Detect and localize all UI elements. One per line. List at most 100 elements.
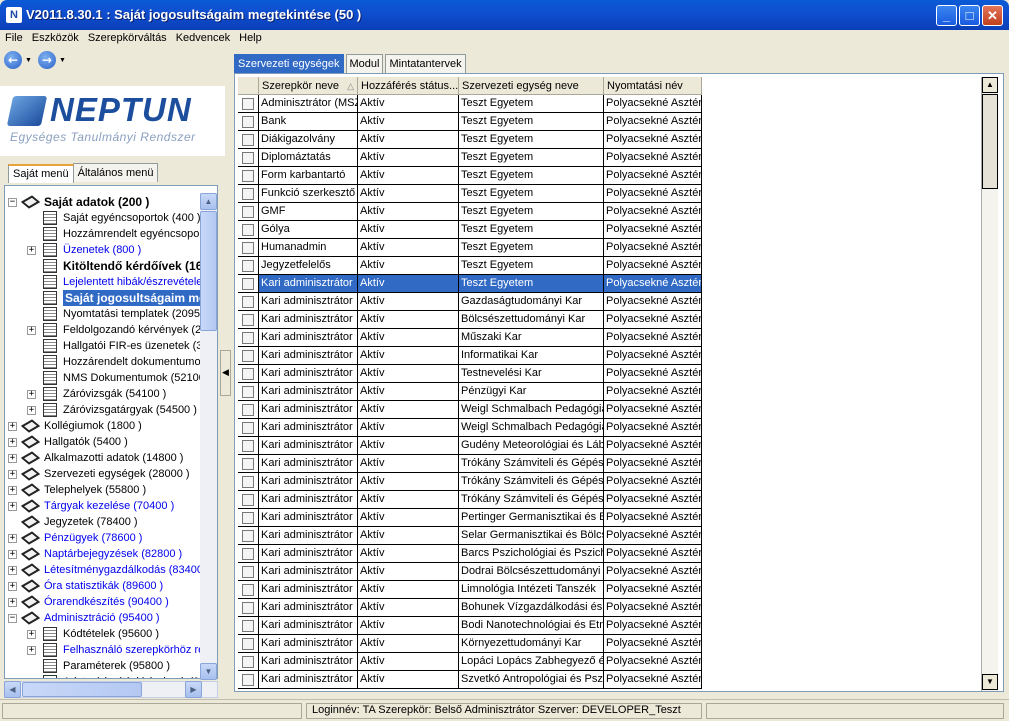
row-checkbox[interactable] xyxy=(238,527,259,545)
table-cell: Kari adminisztrátor xyxy=(259,509,358,527)
document-icon xyxy=(43,259,57,273)
expand-icon[interactable]: + xyxy=(8,582,17,591)
row-checkbox[interactable] xyxy=(238,419,259,437)
row-checkbox[interactable] xyxy=(238,239,259,257)
grid-column-header[interactable]: Hozzáférés státus... xyxy=(358,77,459,95)
row-checkbox[interactable] xyxy=(238,491,259,509)
expand-icon[interactable]: + xyxy=(27,406,36,415)
row-checkbox[interactable] xyxy=(238,383,259,401)
back-arrow-icon[interactable]: ← xyxy=(4,51,22,69)
row-checkbox[interactable] xyxy=(238,275,259,293)
table-cell: Informatikai Kar xyxy=(459,347,604,365)
tab-mintatantervek[interactable]: Mintatantervek xyxy=(385,54,466,73)
title-bar[interactable]: N V2011.8.30.1 : Saját jogosultságaim me… xyxy=(0,0,1009,30)
menu-szerepkorvaltas[interactable]: Szerepkörváltás xyxy=(83,30,171,44)
row-checkbox[interactable] xyxy=(238,545,259,563)
scroll-thumb[interactable] xyxy=(982,94,998,189)
expand-icon[interactable]: + xyxy=(8,502,17,511)
row-checkbox[interactable] xyxy=(238,473,259,491)
expand-icon[interactable]: + xyxy=(27,630,36,639)
grid-column-header[interactable]: Szervezeti egység neve xyxy=(459,77,604,95)
row-checkbox[interactable] xyxy=(238,257,259,275)
row-checkbox[interactable] xyxy=(238,563,259,581)
row-checkbox[interactable] xyxy=(238,617,259,635)
table-cell: Polyacsekné Asztéria xyxy=(604,401,702,419)
row-checkbox[interactable] xyxy=(238,365,259,383)
expand-icon[interactable]: + xyxy=(8,454,17,463)
collapse-icon[interactable]: − xyxy=(8,614,17,623)
scroll-down-icon[interactable]: ▼ xyxy=(200,663,217,680)
row-checkbox[interactable] xyxy=(238,455,259,473)
scroll-left-icon[interactable]: ◀ xyxy=(4,681,21,698)
scroll-down-icon[interactable]: ▼ xyxy=(982,674,998,690)
row-checkbox[interactable] xyxy=(238,635,259,653)
grid-column-header[interactable]: Nyomtatási név xyxy=(604,77,702,95)
expand-icon[interactable]: + xyxy=(8,534,17,543)
row-checkbox[interactable] xyxy=(238,167,259,185)
row-checkbox[interactable] xyxy=(238,95,259,113)
tab-sajat-menu[interactable]: Saját menü xyxy=(8,164,74,183)
grid-vertical-scrollbar[interactable]: ▲ ▼ xyxy=(981,77,998,691)
maximize-button[interactable]: □ xyxy=(959,5,980,26)
row-checkbox[interactable] xyxy=(238,509,259,527)
scroll-thumb[interactable] xyxy=(22,682,142,697)
expand-icon[interactable]: + xyxy=(8,438,17,447)
row-checkbox[interactable] xyxy=(238,293,259,311)
row-checkbox[interactable] xyxy=(238,185,259,203)
row-checkbox[interactable] xyxy=(238,113,259,131)
expand-icon[interactable]: + xyxy=(8,566,17,575)
row-checkbox[interactable] xyxy=(238,221,259,239)
tab-szervezeti-egysegek[interactable]: Szervezeti egységek xyxy=(234,54,344,73)
expand-icon[interactable]: + xyxy=(8,470,17,479)
row-checkbox[interactable] xyxy=(238,671,259,689)
folder-diamond-icon xyxy=(20,467,41,481)
row-checkbox[interactable] xyxy=(238,347,259,365)
expand-icon[interactable]: + xyxy=(8,486,17,495)
row-checkbox[interactable] xyxy=(238,329,259,347)
row-checkbox[interactable] xyxy=(238,131,259,149)
menu-eszkozok[interactable]: Eszközök xyxy=(27,30,83,44)
menu-help[interactable]: Help xyxy=(234,30,266,44)
row-checkbox[interactable] xyxy=(238,401,259,419)
menu-file[interactable]: File xyxy=(0,30,27,44)
row-checkbox[interactable] xyxy=(238,437,259,455)
tab-altalanos-menu[interactable]: Általános menü xyxy=(72,163,159,182)
close-button[interactable]: ✕ xyxy=(982,5,1003,26)
forward-arrow-icon[interactable]: → xyxy=(37,51,56,69)
row-checkbox[interactable] xyxy=(238,599,259,617)
tree-vertical-scrollbar[interactable]: ▲ ▼ xyxy=(200,193,217,680)
row-checkbox[interactable] xyxy=(238,653,259,671)
row-checkbox[interactable] xyxy=(238,149,259,167)
scroll-right-icon[interactable]: ▶ xyxy=(185,681,202,698)
expand-icon[interactable]: + xyxy=(8,422,17,431)
scroll-up-icon[interactable]: ▲ xyxy=(200,193,217,210)
tab-modul[interactable]: Modul xyxy=(345,54,384,73)
table-cell: Bodi Nanotechnológiai és Etn xyxy=(459,617,604,635)
expand-icon[interactable]: + xyxy=(8,598,17,607)
expand-icon[interactable]: + xyxy=(27,326,36,335)
row-checkbox[interactable] xyxy=(238,311,259,329)
collapse-icon[interactable]: − xyxy=(8,198,17,207)
scroll-up-icon[interactable]: ▲ xyxy=(982,77,998,93)
grid-header-checkbox[interactable] xyxy=(238,77,259,95)
row-checkbox[interactable] xyxy=(238,581,259,599)
expand-icon[interactable]: + xyxy=(8,550,17,559)
grid-column-header[interactable]: Szerepkör neve △ xyxy=(259,77,358,95)
expand-icon[interactable]: + xyxy=(27,390,36,399)
expand-icon[interactable]: + xyxy=(27,246,36,255)
expand-icon[interactable]: + xyxy=(27,646,36,655)
panel-splitter[interactable]: ◀ xyxy=(220,350,231,396)
minimize-button[interactable]: _ xyxy=(936,5,957,26)
status-cell xyxy=(2,703,302,719)
table-cell: Teszt Egyetem xyxy=(459,149,604,167)
tree-item-label: Órarendkészítés (90400 ) xyxy=(44,596,169,608)
back-dropdown-icon[interactable]: ▼ xyxy=(25,57,32,64)
collapse-left-icon[interactable]: ◀ xyxy=(222,367,229,378)
row-checkbox[interactable] xyxy=(238,203,259,221)
folder-diamond-icon xyxy=(20,419,41,433)
menu-kedvencek[interactable]: Kedvencek xyxy=(171,30,234,44)
tree-horizontal-scrollbar[interactable]: ◀ ▶ xyxy=(4,681,218,698)
scroll-thumb[interactable] xyxy=(200,211,217,331)
forward-dropdown-icon[interactable]: ▼ xyxy=(59,57,66,64)
table-cell: Aktív xyxy=(358,671,459,689)
